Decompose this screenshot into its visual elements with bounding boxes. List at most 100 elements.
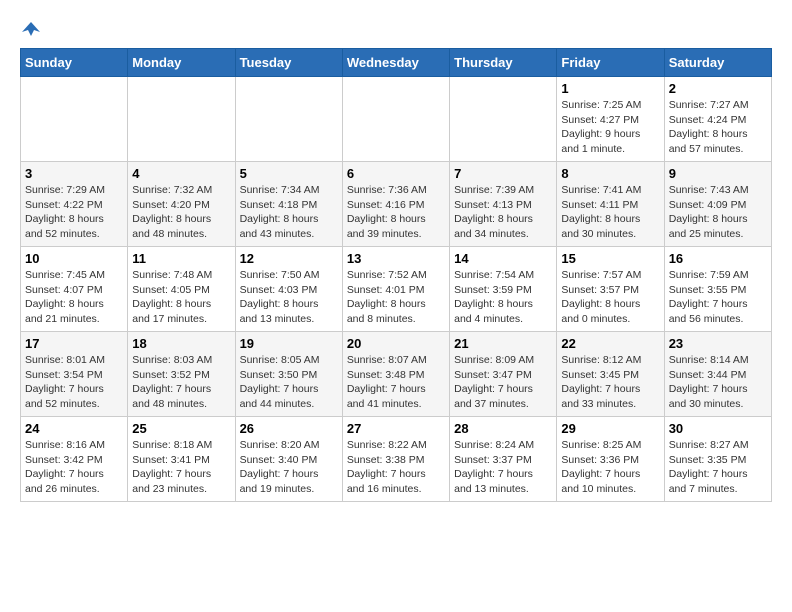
day-number: 12 bbox=[240, 251, 338, 266]
day-info: Sunrise: 8:22 AM Sunset: 3:38 PM Dayligh… bbox=[347, 438, 445, 497]
calendar-cell: 14Sunrise: 7:54 AM Sunset: 3:59 PM Dayli… bbox=[450, 247, 557, 332]
calendar-cell: 12 Sunrise: 7:50 AM Sunset: 4:03 PM Dayli… bbox=[235, 247, 342, 332]
day-number: 20 bbox=[347, 336, 445, 351]
day-info: Sunrise: 7:32 AM Sunset: 4:20 PM Dayligh… bbox=[132, 183, 230, 242]
calendar-cell: 15 Sunrise: 7:57 AM Sunset: 3:57 PM Dayli… bbox=[557, 247, 664, 332]
calendar-cell: 7Sunrise: 7:39 AM Sunset: 4:13 PM Daylig… bbox=[450, 162, 557, 247]
day-info: Sunrise: 8:03 AM Sunset: 3:52 PM Dayligh… bbox=[132, 353, 230, 412]
day-info: Sunrise: 8:01 AM Sunset: 3:54 PM Dayligh… bbox=[25, 353, 123, 412]
day-info: Sunrise: 7:27 AM Sunset: 4:24 PM Dayligh… bbox=[669, 98, 767, 157]
day-number: 22 bbox=[561, 336, 659, 351]
day-info: Sunrise: 7:50 AM Sunset: 4:03 PM Dayligh… bbox=[240, 268, 338, 327]
day-number: 30 bbox=[669, 421, 767, 436]
week-row-1: 1 Sunrise: 7:25 AM Sunset: 4:27 PM Daylig… bbox=[21, 77, 772, 162]
weekday-header-saturday: Saturday bbox=[664, 49, 771, 77]
day-number: 29 bbox=[561, 421, 659, 436]
calendar-cell: 25Sunrise: 8:18 AM Sunset: 3:41 PM Dayli… bbox=[128, 417, 235, 502]
weekday-header-thursday: Thursday bbox=[450, 49, 557, 77]
day-number: 23 bbox=[669, 336, 767, 351]
calendar-cell: 27Sunrise: 8:22 AM Sunset: 3:38 PM Dayli… bbox=[342, 417, 449, 502]
calendar-cell: 17 Sunrise: 8:01 AM Sunset: 3:54 PM Dayli… bbox=[21, 332, 128, 417]
day-number: 13 bbox=[347, 251, 445, 266]
weekday-header-row: SundayMondayTuesdayWednesdayThursdayFrid… bbox=[21, 49, 772, 77]
day-number: 17 bbox=[25, 336, 123, 351]
day-number: 26 bbox=[240, 421, 338, 436]
day-number: 11 bbox=[132, 251, 230, 266]
weekday-header-wednesday: Wednesday bbox=[342, 49, 449, 77]
day-number: 1 bbox=[561, 81, 659, 96]
day-number: 10 bbox=[25, 251, 123, 266]
day-number: 15 bbox=[561, 251, 659, 266]
day-info: Sunrise: 8:20 AM Sunset: 3:40 PM Dayligh… bbox=[240, 438, 338, 497]
weekday-header-friday: Friday bbox=[557, 49, 664, 77]
weekday-header-monday: Monday bbox=[128, 49, 235, 77]
calendar-cell bbox=[235, 77, 342, 162]
day-info: Sunrise: 8:24 AM Sunset: 3:37 PM Dayligh… bbox=[454, 438, 552, 497]
calendar-cell: 28Sunrise: 8:24 AM Sunset: 3:37 PM Dayli… bbox=[450, 417, 557, 502]
day-info: Sunrise: 8:12 AM Sunset: 3:45 PM Dayligh… bbox=[561, 353, 659, 412]
calendar-cell: 21 Sunrise: 8:09 AM Sunset: 3:47 PM Dayli… bbox=[450, 332, 557, 417]
day-number: 3 bbox=[25, 166, 123, 181]
week-row-4: 17 Sunrise: 8:01 AM Sunset: 3:54 PM Dayli… bbox=[21, 332, 772, 417]
logo bbox=[20, 20, 40, 38]
day-number: 2 bbox=[669, 81, 767, 96]
calendar: SundayMondayTuesdayWednesdayThursdayFrid… bbox=[20, 48, 772, 502]
day-number: 16 bbox=[669, 251, 767, 266]
day-info: Sunrise: 7:45 AM Sunset: 4:07 PM Dayligh… bbox=[25, 268, 123, 327]
calendar-cell: 13 Sunrise: 7:52 AM Sunset: 4:01 PM Dayli… bbox=[342, 247, 449, 332]
calendar-cell: 3 Sunrise: 7:29 AM Sunset: 4:22 PM Daylig… bbox=[21, 162, 128, 247]
day-info: Sunrise: 8:09 AM Sunset: 3:47 PM Dayligh… bbox=[454, 353, 552, 412]
calendar-cell: 2 Sunrise: 7:27 AM Sunset: 4:24 PM Daylig… bbox=[664, 77, 771, 162]
day-number: 5 bbox=[240, 166, 338, 181]
calendar-cell bbox=[21, 77, 128, 162]
day-info: Sunrise: 8:05 AM Sunset: 3:50 PM Dayligh… bbox=[240, 353, 338, 412]
day-info: Sunrise: 8:14 AM Sunset: 3:44 PM Dayligh… bbox=[669, 353, 767, 412]
day-number: 4 bbox=[132, 166, 230, 181]
calendar-cell: 19 Sunrise: 8:05 AM Sunset: 3:50 PM Dayli… bbox=[235, 332, 342, 417]
day-info: Sunrise: 7:48 AM Sunset: 4:05 PM Dayligh… bbox=[132, 268, 230, 327]
day-info: Sunrise: 8:18 AM Sunset: 3:41 PM Dayligh… bbox=[132, 438, 230, 497]
calendar-cell: 6Sunrise: 7:36 AM Sunset: 4:16 PM Daylig… bbox=[342, 162, 449, 247]
calendar-cell: 10 Sunrise: 7:45 AM Sunset: 4:07 PM Dayli… bbox=[21, 247, 128, 332]
week-row-3: 10 Sunrise: 7:45 AM Sunset: 4:07 PM Dayli… bbox=[21, 247, 772, 332]
calendar-cell bbox=[450, 77, 557, 162]
calendar-cell: 4 Sunrise: 7:32 AM Sunset: 4:20 PM Daylig… bbox=[128, 162, 235, 247]
day-info: Sunrise: 7:34 AM Sunset: 4:18 PM Dayligh… bbox=[240, 183, 338, 242]
day-number: 18 bbox=[132, 336, 230, 351]
day-number: 9 bbox=[669, 166, 767, 181]
day-number: 19 bbox=[240, 336, 338, 351]
week-row-5: 24 Sunrise: 8:16 AM Sunset: 3:42 PM Dayli… bbox=[21, 417, 772, 502]
logo-bird-icon bbox=[22, 20, 40, 38]
day-info: Sunrise: 7:25 AM Sunset: 4:27 PM Dayligh… bbox=[561, 98, 659, 157]
calendar-cell: 23 Sunrise: 8:14 AM Sunset: 3:44 PM Dayli… bbox=[664, 332, 771, 417]
day-info: Sunrise: 8:16 AM Sunset: 3:42 PM Dayligh… bbox=[25, 438, 123, 497]
calendar-cell: 26 Sunrise: 8:20 AM Sunset: 3:40 PM Dayli… bbox=[235, 417, 342, 502]
calendar-cell: 29 Sunrise: 8:25 AM Sunset: 3:36 PM Dayli… bbox=[557, 417, 664, 502]
day-info: Sunrise: 7:29 AM Sunset: 4:22 PM Dayligh… bbox=[25, 183, 123, 242]
day-info: Sunrise: 7:43 AM Sunset: 4:09 PM Dayligh… bbox=[669, 183, 767, 242]
day-number: 8 bbox=[561, 166, 659, 181]
calendar-cell: 30 Sunrise: 8:27 AM Sunset: 3:35 PM Dayli… bbox=[664, 417, 771, 502]
day-info: Sunrise: 8:07 AM Sunset: 3:48 PM Dayligh… bbox=[347, 353, 445, 412]
calendar-cell: 11 Sunrise: 7:48 AM Sunset: 4:05 PM Dayli… bbox=[128, 247, 235, 332]
day-info: Sunrise: 7:52 AM Sunset: 4:01 PM Dayligh… bbox=[347, 268, 445, 327]
day-number: 24 bbox=[25, 421, 123, 436]
day-info: Sunrise: 7:57 AM Sunset: 3:57 PM Dayligh… bbox=[561, 268, 659, 327]
header bbox=[20, 20, 772, 38]
day-number: 21 bbox=[454, 336, 552, 351]
day-number: 14 bbox=[454, 251, 552, 266]
calendar-cell: 5 Sunrise: 7:34 AM Sunset: 4:18 PM Daylig… bbox=[235, 162, 342, 247]
calendar-cell: 22 Sunrise: 8:12 AM Sunset: 3:45 PM Dayli… bbox=[557, 332, 664, 417]
weekday-header-sunday: Sunday bbox=[21, 49, 128, 77]
calendar-cell bbox=[128, 77, 235, 162]
day-info: Sunrise: 7:41 AM Sunset: 4:11 PM Dayligh… bbox=[561, 183, 659, 242]
calendar-cell bbox=[342, 77, 449, 162]
calendar-cell: 9 Sunrise: 7:43 AM Sunset: 4:09 PM Daylig… bbox=[664, 162, 771, 247]
calendar-cell: 8 Sunrise: 7:41 AM Sunset: 4:11 PM Daylig… bbox=[557, 162, 664, 247]
week-row-2: 3 Sunrise: 7:29 AM Sunset: 4:22 PM Daylig… bbox=[21, 162, 772, 247]
day-info: Sunrise: 8:27 AM Sunset: 3:35 PM Dayligh… bbox=[669, 438, 767, 497]
day-info: Sunrise: 8:25 AM Sunset: 3:36 PM Dayligh… bbox=[561, 438, 659, 497]
day-number: 7 bbox=[454, 166, 552, 181]
day-info: Sunrise: 7:59 AM Sunset: 3:55 PM Dayligh… bbox=[669, 268, 767, 327]
calendar-cell: 18 Sunrise: 8:03 AM Sunset: 3:52 PM Dayli… bbox=[128, 332, 235, 417]
